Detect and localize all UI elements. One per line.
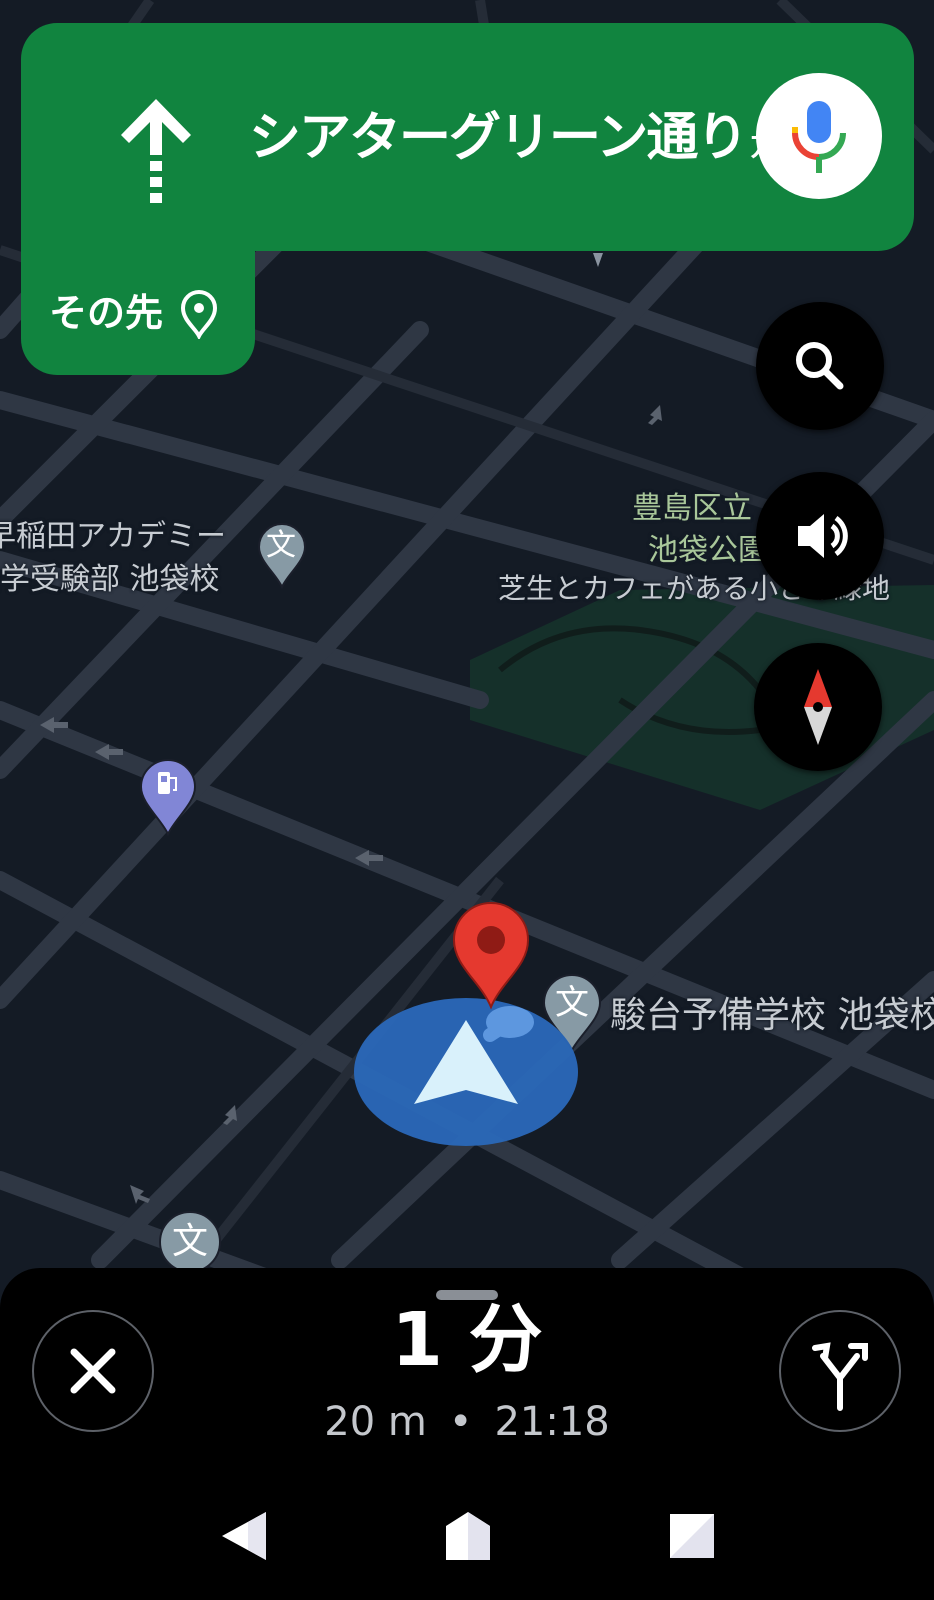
compass-button[interactable] <box>754 643 882 771</box>
direction-banner[interactable]: シアターグリーン通り方面 <box>21 23 914 251</box>
navigation-screen: 文 文 文 早稲田アカデミー 大学受験部 池袋校 豊島区立 池袋公園 芝生とカフ… <box>0 0 934 1600</box>
trip-distance: 20 m <box>324 1399 427 1445</box>
poi-label-park-line1[interactable]: 豊島区立 <box>632 488 752 530</box>
then-label: その先 <box>49 291 164 335</box>
poi-label-park-line2[interactable]: 池袋公園 <box>648 530 768 572</box>
poi-label-academy-line2[interactable]: 大学受験部 池袋校 <box>0 559 220 601</box>
then-step-chip[interactable]: その先 <box>21 251 255 375</box>
poi-label-academy-line1[interactable]: 早稲田アカデミー <box>0 516 226 558</box>
fuel-pump-icon <box>158 772 170 794</box>
school-glyph: 文 <box>555 983 589 1023</box>
school-glyph: 文 <box>172 1221 209 1262</box>
street-name: シアターグリーン通り方面 <box>249 103 806 181</box>
straight-arrow-icon <box>121 99 191 203</box>
voice-search-button[interactable] <box>756 73 882 199</box>
volume-icon <box>798 514 848 558</box>
back-nav-icon[interactable] <box>218 1508 270 1564</box>
alternate-routes-button[interactable] <box>779 1310 901 1432</box>
poi-label-school[interactable]: 駿台予備学校 池袋校 <box>610 995 934 1037</box>
arrival-time: 21:18 <box>494 1399 610 1445</box>
separator-dot: • <box>448 1399 473 1445</box>
current-location-marker <box>354 998 578 1146</box>
location-pin-icon <box>180 289 218 339</box>
school-glyph: 文 <box>266 528 296 563</box>
microphone-icon <box>792 101 846 173</box>
recents-nav-icon[interactable] <box>666 1508 718 1564</box>
search-icon <box>796 342 844 390</box>
home-nav-icon[interactable] <box>442 1508 494 1564</box>
compass-icon <box>804 669 832 745</box>
sound-button[interactable] <box>756 472 884 600</box>
route-fork-icon <box>812 1342 868 1411</box>
search-along-route-button[interactable] <box>756 302 884 430</box>
